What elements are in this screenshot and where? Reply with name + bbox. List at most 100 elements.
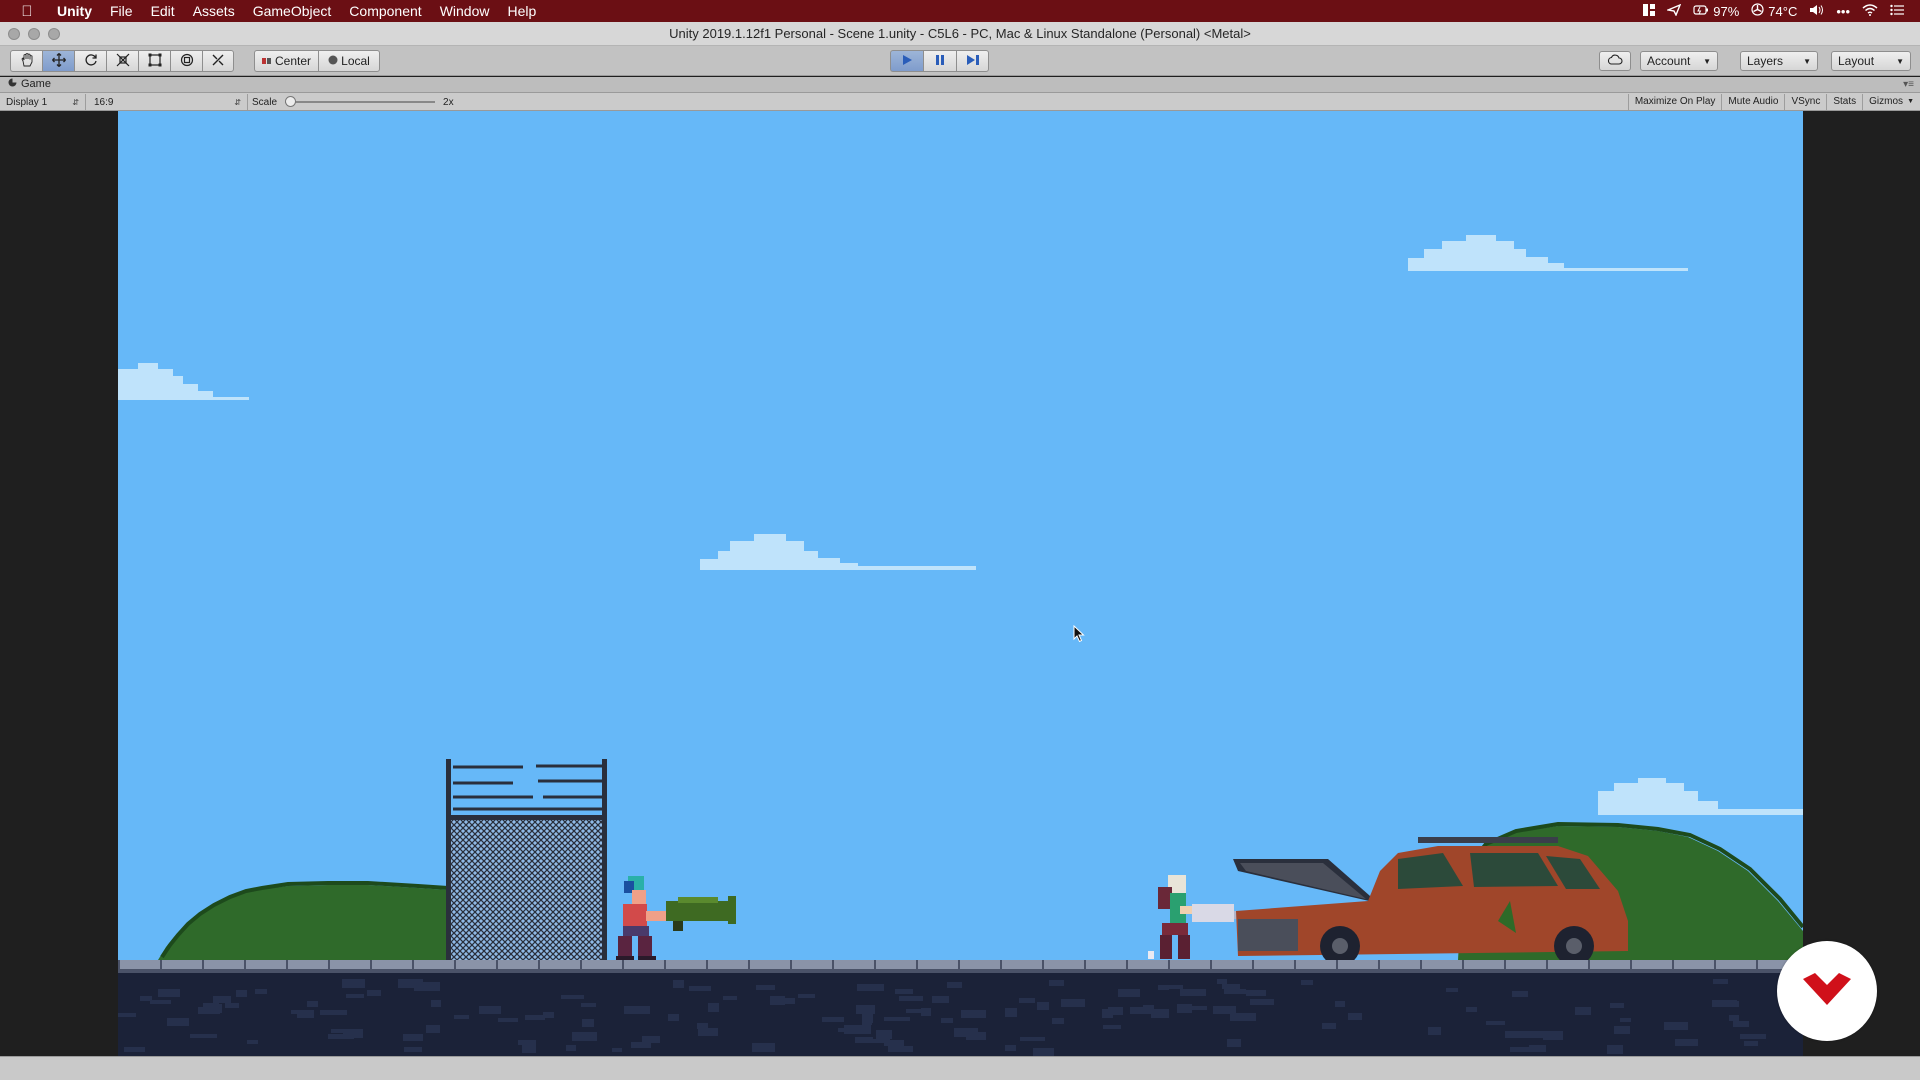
barbed-wire (453, 764, 602, 811)
game-view-toggles: Maximize On Play Mute Audio VSync Stats … (1627, 94, 1920, 110)
scale-slider-track[interactable] (285, 96, 436, 107)
gizmos-label: Gizmos (1869, 96, 1904, 107)
mouse-cursor (1073, 624, 1085, 648)
notification-list-icon[interactable] (1890, 4, 1904, 19)
pause-button[interactable] (923, 50, 956, 72)
unity-toolbar: Center Local Account ▼ Layers ▼ Layout ▼ (0, 46, 1920, 76)
menu-gameobject[interactable]: GameObject (244, 0, 341, 22)
step-icon (966, 54, 980, 69)
step-button[interactable] (956, 50, 989, 72)
zoom-window-button[interactable] (48, 28, 60, 40)
game-view-canvas[interactable] (118, 111, 1803, 1056)
display-label: Display 1 (6, 96, 48, 108)
pivot-center-button[interactable]: Center (254, 50, 318, 72)
gizmos-dropdown[interactable]: Gizmos ▼ (1862, 94, 1920, 110)
enemy-sprite (1148, 875, 1242, 959)
ground-seams (118, 960, 1800, 972)
cloud-behind-bush-right (1598, 778, 1803, 815)
minimize-window-button[interactable] (28, 28, 40, 40)
scale-slider-handle[interactable] (285, 96, 297, 107)
menu-bar-status-area: 97% 74°C ••• (1643, 3, 1920, 19)
menu-file[interactable]: File (101, 0, 142, 22)
volume-icon[interactable] (1809, 4, 1824, 19)
window-title-bar: Unity 2019.1.12f1 Personal - Scene 1.uni… (0, 22, 1920, 46)
transform-tools (10, 50, 234, 72)
game-tab-strip: Game ▾≡ (0, 77, 1920, 93)
maximize-on-play-toggle[interactable]: Maximize On Play (1627, 94, 1722, 110)
menu-edit[interactable]: Edit (142, 0, 184, 22)
chevron-down-icon: ▼ (1907, 98, 1914, 105)
tab-game-label: Game (21, 78, 51, 90)
pivot-center-label: Center (274, 54, 312, 68)
account-dropdown[interactable]: Account ▼ (1640, 51, 1718, 71)
mute-audio-toggle[interactable]: Mute Audio (1721, 94, 1784, 110)
stats-toggle[interactable]: Stats (1826, 94, 1862, 110)
channel-logo-badge (1777, 941, 1877, 1041)
scale-tool-icon (116, 53, 130, 70)
game-scene (118, 235, 1803, 1056)
hand-tool-button[interactable] (10, 50, 42, 72)
chevron-down-icon: ▼ (1703, 56, 1711, 66)
window-title: Unity 2019.1.12f1 Personal - Scene 1.uni… (669, 26, 1251, 41)
close-window-button[interactable] (8, 28, 20, 40)
more-icon[interactable]: ••• (1836, 4, 1850, 19)
custom-tool-button[interactable] (202, 50, 234, 72)
vsync-toggle[interactable]: VSync (1784, 94, 1826, 110)
rect-tool-button[interactable] (138, 50, 170, 72)
battery-status[interactable]: 97% (1693, 4, 1739, 19)
editor-status-bar (0, 1056, 1920, 1080)
cloud-top-right (1408, 235, 1688, 271)
pivot-toggles: Center Local (254, 50, 380, 72)
fan-icon (1751, 3, 1764, 19)
chevron-down-icon: ▼ (1803, 56, 1811, 66)
pivot-local-button[interactable]: Local (318, 50, 380, 72)
menu-help[interactable]: Help (498, 0, 545, 22)
layers-dropdown[interactable]: Layers ▼ (1740, 51, 1818, 71)
game-view-control-bar: Display 1 ⇵ 16:9 ⇵ Scale 2x Maximize On … (0, 93, 1920, 111)
chevron-updown-icon: ⇵ (234, 97, 241, 107)
battery-icon (1693, 4, 1709, 19)
scale-tool-button[interactable] (106, 50, 138, 72)
layers-label: Layers (1747, 54, 1784, 68)
cloud-left-edge (118, 363, 249, 400)
layout-dropdown[interactable]: Layout ▼ (1831, 51, 1911, 71)
scale-control: Scale 2x (252, 94, 454, 110)
account-label: Account (1647, 54, 1691, 68)
cloud-center (700, 534, 976, 570)
pivot-center-icon (261, 54, 272, 68)
player-soldier-sprite (616, 876, 736, 961)
tab-game[interactable]: Game (8, 78, 51, 90)
logo-icon (1801, 971, 1853, 1012)
chain-link-fence (446, 759, 607, 961)
menu-window[interactable]: Window (431, 0, 499, 22)
send-icon[interactable] (1665, 3, 1682, 19)
temperature-status[interactable]: 74°C (1751, 3, 1797, 19)
playmode-controls (890, 50, 989, 72)
display-dropdown[interactable]: Display 1 ⇵ (0, 94, 86, 110)
tab-menu-icon[interactable]: ▾≡ (1903, 79, 1914, 90)
scale-value: 2x (443, 96, 454, 108)
ground-tiles (118, 960, 1803, 1056)
temperature-value: 74°C (1768, 3, 1798, 19)
chevron-updown-icon: ⇵ (72, 97, 79, 107)
rotate-tool-button[interactable] (74, 50, 106, 72)
aspect-dropdown[interactable]: 16:9 ⇵ (88, 94, 248, 110)
play-button[interactable] (890, 50, 923, 72)
layout-icon[interactable] (1643, 3, 1656, 19)
hand-tool-icon (20, 52, 34, 70)
move-tool-button[interactable] (42, 50, 74, 72)
apple-icon[interactable]:  (16, 3, 38, 20)
move-tool-icon (51, 52, 66, 70)
transform-tool-button[interactable] (170, 50, 202, 72)
cloud-icon (1607, 54, 1623, 68)
wifi-icon[interactable] (1862, 3, 1878, 19)
game-controller-icon (8, 78, 17, 90)
menu-component[interactable]: Component (340, 0, 430, 22)
menu-unity[interactable]: Unity (48, 0, 101, 22)
transform-tool-icon (180, 53, 194, 70)
scale-label: Scale (252, 96, 278, 108)
chevron-down-icon: ▼ (1896, 56, 1904, 66)
collab-cloud-button[interactable] (1599, 51, 1631, 71)
custom-tool-icon (211, 53, 225, 70)
menu-assets[interactable]: Assets (184, 0, 244, 22)
